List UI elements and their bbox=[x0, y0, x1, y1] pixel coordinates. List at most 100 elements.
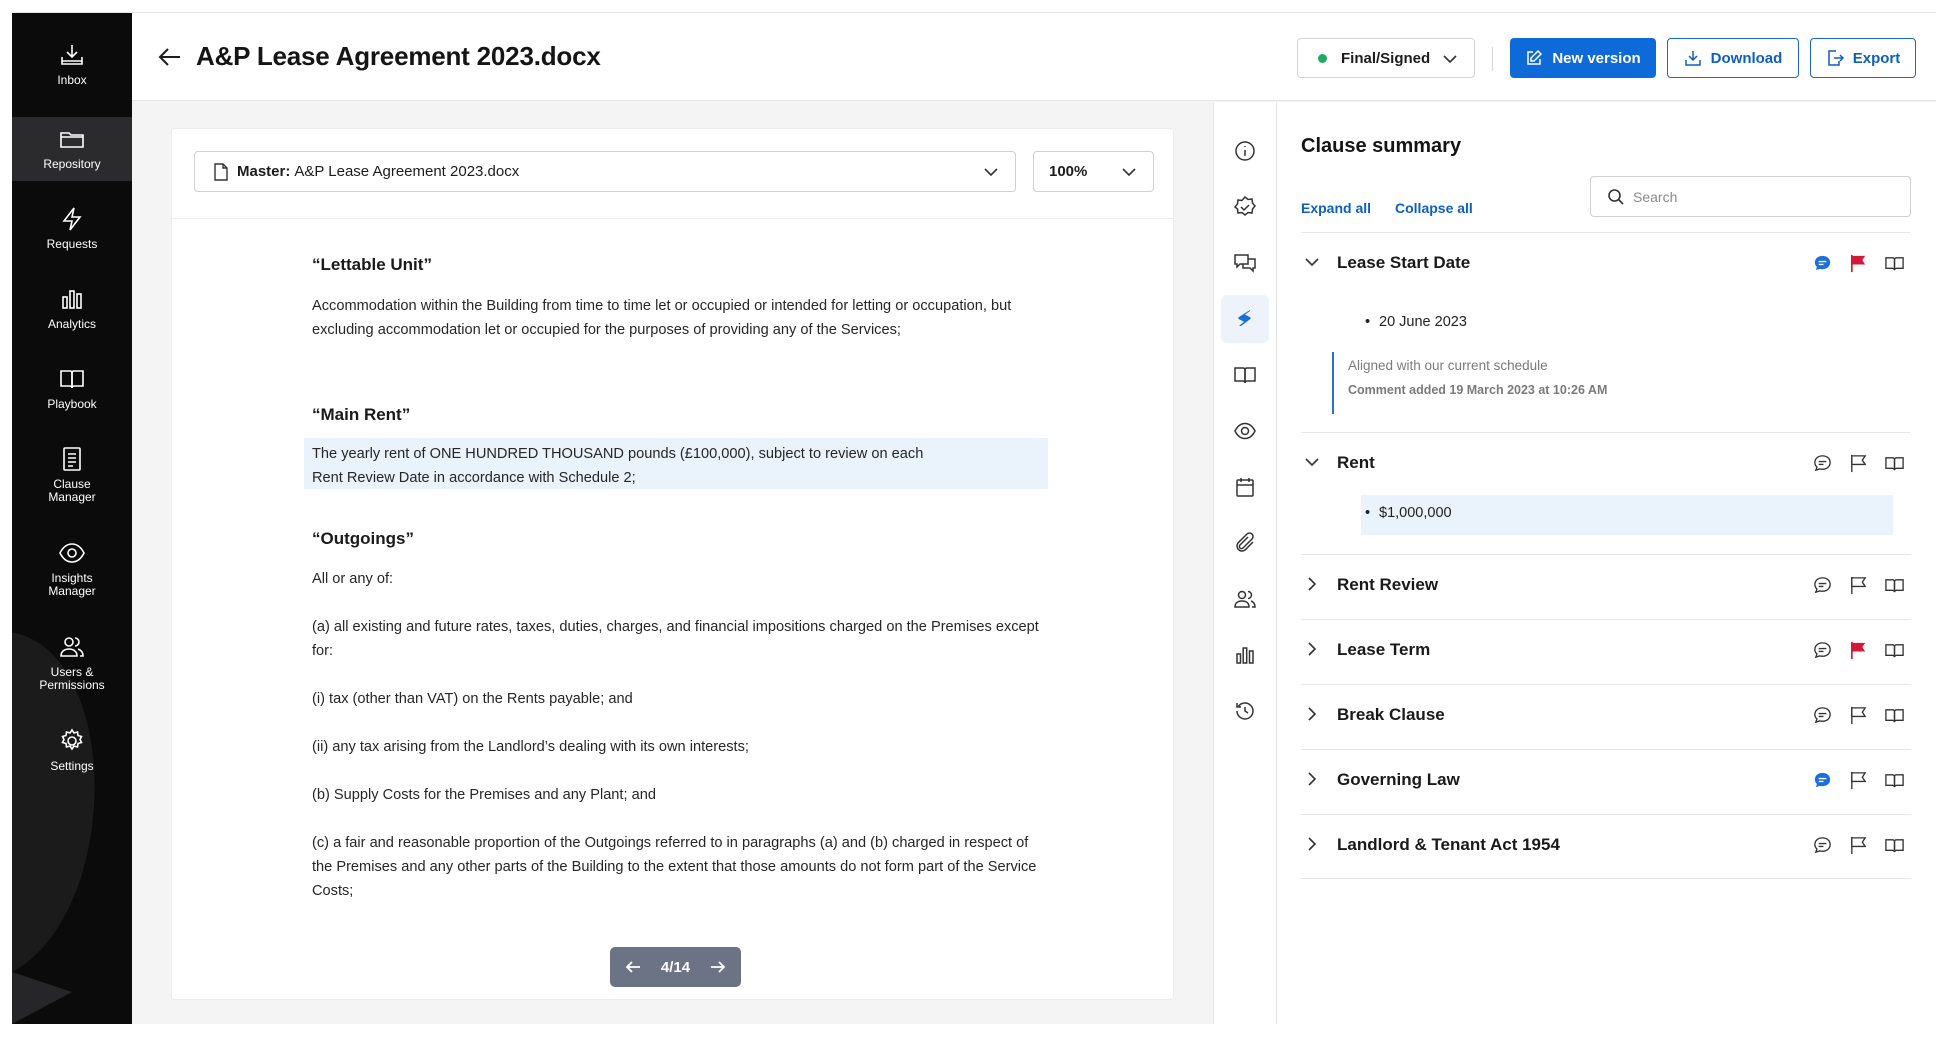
back-arrow-icon[interactable] bbox=[156, 43, 184, 71]
icon-rail bbox=[1214, 102, 1277, 1024]
flag-filled-icon bbox=[1850, 641, 1865, 659]
playbook-button[interactable] bbox=[1883, 769, 1905, 791]
clause-name[interactable]: Rent Review bbox=[1337, 575, 1438, 595]
rail-comments[interactable] bbox=[1221, 239, 1269, 287]
playbook-button[interactable] bbox=[1883, 252, 1905, 274]
flag-button[interactable] bbox=[1847, 834, 1869, 856]
chevron-right-icon[interactable] bbox=[1303, 705, 1321, 723]
clause-actions bbox=[1811, 769, 1905, 791]
sidebar-item-label: Clause Manager bbox=[48, 477, 96, 504]
flag-button[interactable] bbox=[1847, 639, 1869, 661]
download-button[interactable]: Download bbox=[1667, 38, 1799, 78]
chevron-down-icon[interactable] bbox=[1303, 453, 1321, 471]
highlighted-paragraph[interactable]: The yearly rent of ONE HUNDRED THOUSAND … bbox=[312, 442, 952, 490]
rail-history[interactable] bbox=[1221, 687, 1269, 735]
rail-approvals[interactable] bbox=[1221, 183, 1269, 231]
flag-button[interactable] bbox=[1847, 252, 1869, 274]
chevron-right-icon[interactable] bbox=[1303, 640, 1321, 658]
clause-name[interactable]: Governing Law bbox=[1337, 770, 1460, 790]
clause-item-landlord-tenant-act: Landlord & Tenant Act 1954 bbox=[1301, 814, 1911, 879]
search-input[interactable] bbox=[1633, 188, 1893, 205]
rail-analytics[interactable] bbox=[1221, 631, 1269, 679]
gear-icon bbox=[61, 728, 83, 751]
playbook-button[interactable] bbox=[1883, 574, 1905, 596]
clause-summary-panel: Clause summary Expand all Collapse all L… bbox=[1277, 102, 1936, 1024]
comment-meta: Comment added 19 March 2023 at 10:26 AM bbox=[1348, 383, 1608, 397]
flag-icon bbox=[1850, 771, 1866, 789]
sidebar-item-playbook[interactable]: Playbook bbox=[12, 365, 132, 429]
export-icon bbox=[1827, 50, 1844, 66]
rail-info[interactable] bbox=[1221, 127, 1269, 175]
sidebar-item-analytics[interactable]: Analytics bbox=[12, 285, 132, 349]
prev-page-icon[interactable] bbox=[624, 959, 642, 975]
comment-button[interactable] bbox=[1811, 574, 1833, 596]
chevron-right-icon[interactable] bbox=[1303, 770, 1321, 788]
search-icon bbox=[1608, 188, 1624, 205]
playbook-button[interactable] bbox=[1883, 704, 1905, 726]
rail-parties[interactable] bbox=[1221, 575, 1269, 623]
clause-name[interactable]: Lease Start Date bbox=[1337, 253, 1470, 273]
flag-filled-icon bbox=[1850, 254, 1865, 272]
expand-all-link[interactable]: Expand all bbox=[1301, 200, 1371, 216]
rail-attachments[interactable] bbox=[1221, 519, 1269, 567]
users-icon bbox=[60, 637, 84, 657]
comment-button[interactable] bbox=[1811, 452, 1833, 474]
sidebar: Inbox Repository Requests Analytics Play… bbox=[12, 13, 132, 1024]
sidebar-item-settings[interactable]: Settings bbox=[12, 727, 132, 791]
comment-button[interactable] bbox=[1811, 639, 1833, 661]
clause-name[interactable]: Break Clause bbox=[1337, 705, 1445, 725]
comment-button[interactable] bbox=[1811, 252, 1833, 274]
chevron-right-icon[interactable] bbox=[1303, 575, 1321, 593]
zoom-value: 100% bbox=[1049, 163, 1088, 180]
flag-button[interactable] bbox=[1847, 574, 1869, 596]
clause-name[interactable]: Lease Term bbox=[1337, 640, 1430, 660]
calendar-icon bbox=[1236, 478, 1254, 497]
zoom-dropdown[interactable]: 100% bbox=[1033, 151, 1154, 192]
definition-heading: “Main Rent” bbox=[312, 405, 411, 424]
playbook-button[interactable] bbox=[1883, 834, 1905, 856]
new-version-button[interactable]: New version bbox=[1510, 38, 1656, 78]
comment-button[interactable] bbox=[1811, 769, 1833, 791]
master-file-name: A&P Lease Agreement 2023.docx bbox=[294, 163, 520, 180]
flag-button[interactable] bbox=[1847, 452, 1869, 474]
clause-actions bbox=[1811, 574, 1905, 596]
clause-name[interactable]: Rent bbox=[1337, 453, 1375, 473]
master-version-dropdown[interactable]: Master: A&P Lease Agreement 2023.docx bbox=[194, 151, 1016, 192]
sidebar-item-inbox[interactable]: Inbox bbox=[12, 41, 132, 105]
rail-insights[interactable] bbox=[1221, 407, 1269, 455]
clause-actions bbox=[1811, 704, 1905, 726]
status-dropdown[interactable]: Final/Signed bbox=[1297, 38, 1475, 78]
clause-name[interactable]: Landlord & Tenant Act 1954 bbox=[1337, 835, 1560, 855]
sidebar-item-insights-manager[interactable]: Insights Manager bbox=[12, 539, 132, 619]
sidebar-item-clause-manager[interactable]: Clause Manager bbox=[12, 445, 132, 525]
rail-playbook[interactable] bbox=[1221, 351, 1269, 399]
divider bbox=[1492, 47, 1493, 71]
export-button[interactable]: Export bbox=[1810, 38, 1916, 78]
comment-button[interactable] bbox=[1811, 704, 1833, 726]
chevron-down-icon[interactable] bbox=[1303, 253, 1321, 271]
chevron-right-icon[interactable] bbox=[1303, 835, 1321, 853]
rail-dates[interactable] bbox=[1221, 463, 1269, 511]
chevron-down-icon bbox=[1122, 168, 1136, 177]
rail-clause-summary[interactable] bbox=[1221, 295, 1269, 343]
document-viewer: Master: A&P Lease Agreement 2023.docx 10… bbox=[171, 128, 1174, 1000]
comment-icon bbox=[1813, 641, 1831, 658]
page-navigator: 4/14 bbox=[610, 947, 741, 987]
comment-button[interactable] bbox=[1811, 834, 1833, 856]
flag-icon bbox=[1850, 706, 1866, 724]
flag-button[interactable] bbox=[1847, 769, 1869, 791]
clause-actions bbox=[1811, 834, 1905, 856]
flag-button[interactable] bbox=[1847, 704, 1869, 726]
chevron-down-icon bbox=[1443, 55, 1457, 64]
playbook-button[interactable] bbox=[1883, 452, 1905, 474]
edit-icon bbox=[1527, 49, 1543, 65]
playbook-button[interactable] bbox=[1883, 639, 1905, 661]
collapse-all-link[interactable]: Collapse all bbox=[1395, 200, 1473, 216]
sidebar-item-repository[interactable]: Repository bbox=[12, 117, 132, 181]
next-page-icon[interactable] bbox=[709, 959, 727, 975]
sidebar-item-users-permissions[interactable]: Users & Permissions bbox=[12, 633, 132, 713]
book-icon bbox=[1884, 256, 1904, 270]
sidebar-item-requests[interactable]: Requests bbox=[12, 205, 132, 269]
file-icon bbox=[214, 162, 228, 181]
clause-item-governing-law: Governing Law bbox=[1301, 749, 1911, 814]
